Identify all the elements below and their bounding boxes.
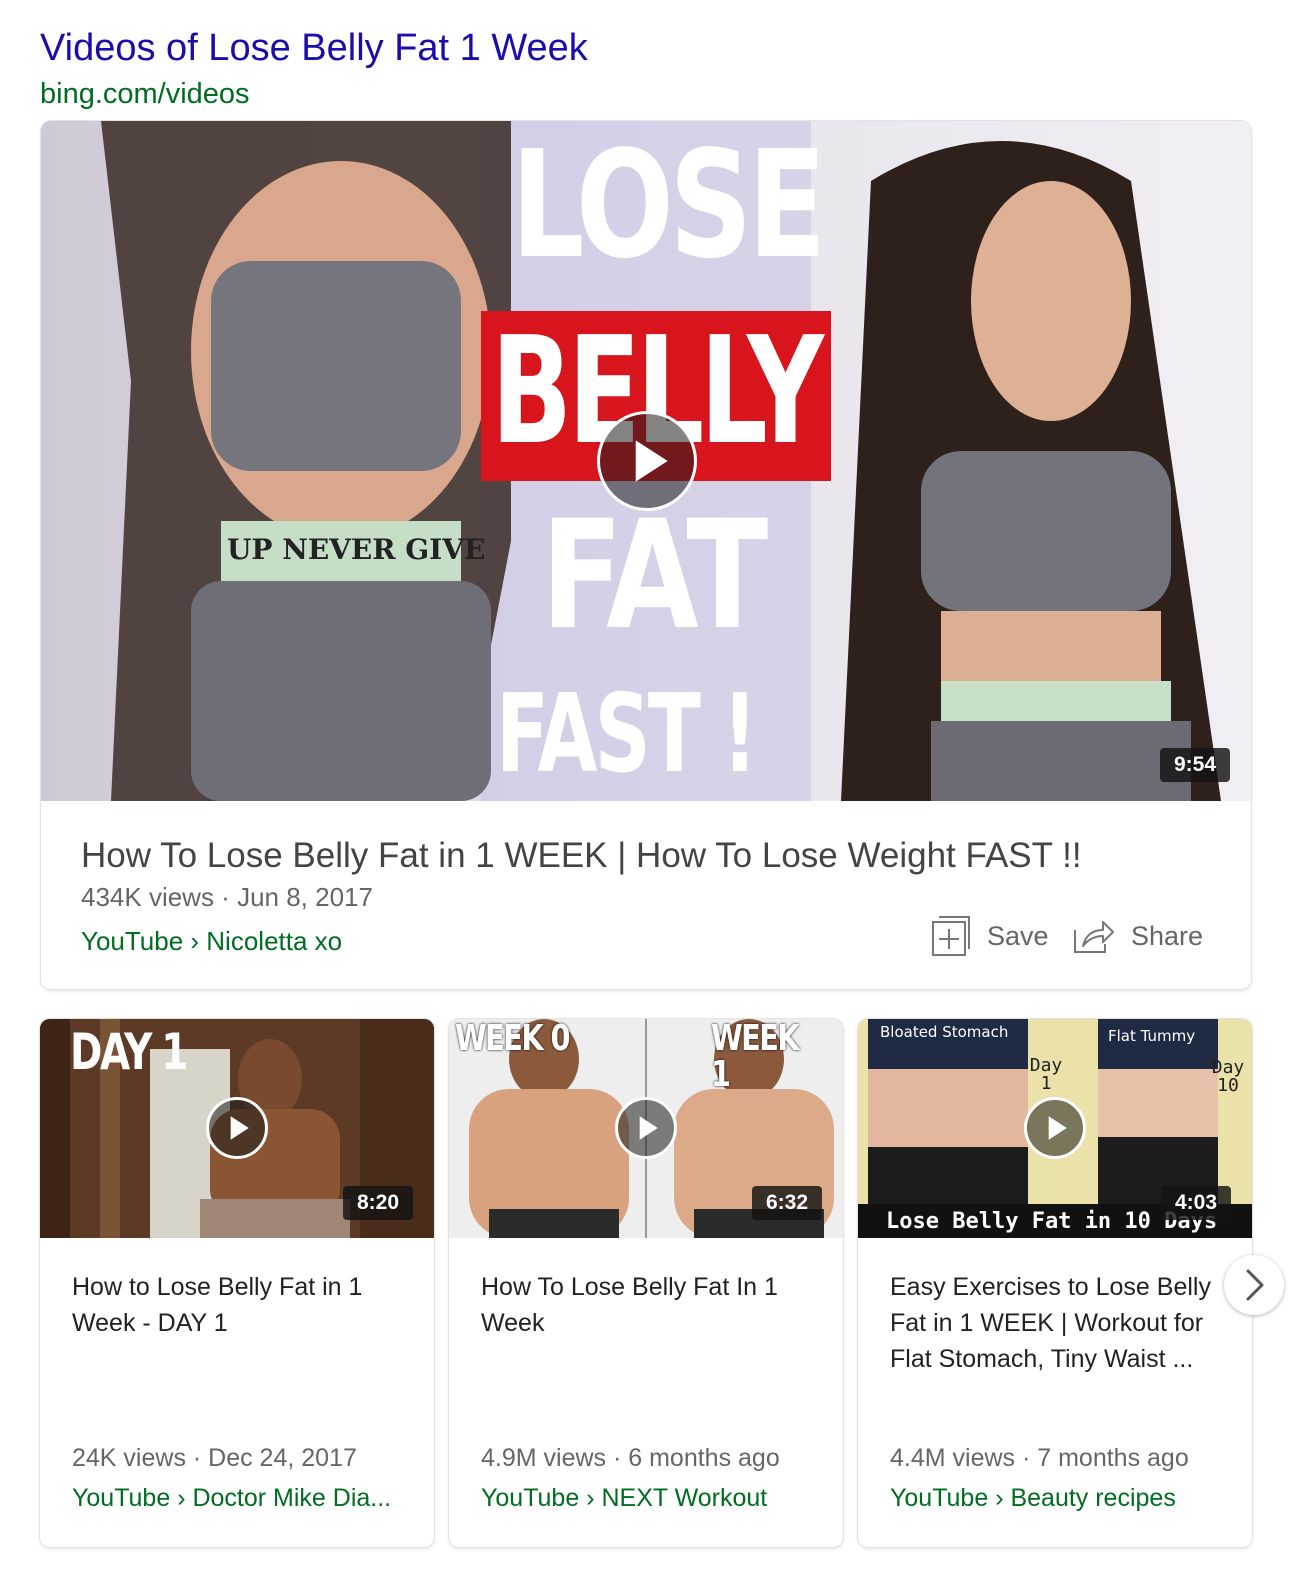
video-thumbnail[interactable]: DAY 1 8:20: [40, 1019, 434, 1238]
video-card[interactable]: DAY 1 8:20 How to Lose Belly Fat in 1 We…: [40, 1019, 434, 1547]
thumb-text-week0: WEEK 0: [455, 1019, 571, 1059]
featured-duration-badge: 9:54: [1160, 748, 1231, 782]
duration-badge: 6:32: [752, 1186, 823, 1220]
thumb-text-waistband: UP NEVER GIVE: [227, 533, 486, 566]
featured-video-thumbnail[interactable]: LOSE BELLY FAT FAST ! UP NEVER GIVE 9:54: [41, 121, 1251, 801]
thumb-text-week1: WEEK 1: [711, 1019, 800, 1095]
video-title[interactable]: Easy Exercises to Lose Belly Fat in 1 WE…: [890, 1269, 1230, 1377]
video-source[interactable]: YouTube › Doctor Mike Dia...: [72, 1481, 391, 1515]
video-meta: 4.4M views · 7 months ago: [890, 1444, 1189, 1472]
thumb-text-lose: LOSE: [511, 121, 827, 291]
video-thumbnail[interactable]: WEEK 0 WEEK 1 6:32: [449, 1019, 843, 1238]
video-title[interactable]: How To Lose Belly Fat In 1 Week: [481, 1269, 821, 1341]
video-thumbnail[interactable]: Bloated Stomach Flat Tummy Day 1 Day 10 …: [858, 1019, 1252, 1238]
thumb-text-day-left: Day 1: [1029, 1055, 1063, 1094]
play-icon: [1048, 1116, 1067, 1140]
carousel-next-button[interactable]: [1224, 1255, 1284, 1315]
share-button[interactable]: Share: [1073, 913, 1203, 959]
thumb-text-bloated: Bloated Stomach: [880, 1023, 1009, 1041]
save-button[interactable]: Save: [931, 913, 1049, 959]
plus-box-icon: [932, 916, 970, 956]
video-source[interactable]: YouTube › Beauty recipes: [890, 1481, 1176, 1515]
featured-video-card[interactable]: LOSE BELLY FAT FAST ! UP NEVER GIVE 9:54…: [41, 121, 1251, 989]
thumb-text-flat: Flat Tummy: [1108, 1027, 1196, 1045]
share-label: Share: [1131, 920, 1204, 951]
video-card[interactable]: Bloated Stomach Flat Tummy Day 1 Day 10 …: [858, 1019, 1252, 1547]
play-icon: [635, 440, 668, 482]
play-button[interactable]: [1024, 1097, 1086, 1159]
featured-play-button[interactable]: [597, 411, 697, 511]
duration-badge: 8:20: [343, 1186, 414, 1220]
thumb-text-day-right: Day 10: [1211, 1057, 1245, 1096]
results-title-link[interactable]: Videos of Lose Belly Fat 1 Week: [40, 26, 588, 70]
video-meta: 24K views · Dec 24, 2017: [72, 1444, 357, 1472]
play-button[interactable]: [206, 1097, 268, 1159]
save-label: Save: [987, 920, 1049, 951]
share-arrow-icon: [1074, 921, 1114, 953]
video-title[interactable]: How to Lose Belly Fat in 1 Week - DAY 1: [72, 1269, 412, 1341]
chevron-right-icon: [1246, 1269, 1264, 1301]
thumb-text-fast: FAST !: [496, 672, 758, 797]
results-source-url: bing.com/videos: [40, 78, 250, 110]
play-button[interactable]: [615, 1097, 677, 1159]
featured-video-source[interactable]: YouTube › Nicoletta xo: [81, 925, 342, 957]
featured-video-title[interactable]: How To Lose Belly Fat in 1 WEEK | How To…: [81, 835, 1082, 877]
video-source[interactable]: YouTube › NEXT Workout: [481, 1481, 767, 1515]
play-icon: [230, 1116, 249, 1140]
duration-badge: 4:03: [1161, 1186, 1232, 1220]
video-card[interactable]: WEEK 0 WEEK 1 6:32 How To Lose Belly Fat…: [449, 1019, 843, 1547]
thumb-text-fat: FAT: [541, 489, 768, 663]
featured-video-meta: 434K views · Jun 8, 2017: [81, 882, 373, 912]
play-icon: [639, 1116, 658, 1140]
thumb-text-day1: DAY 1: [70, 1023, 188, 1081]
video-meta: 4.9M views · 6 months ago: [481, 1444, 780, 1472]
